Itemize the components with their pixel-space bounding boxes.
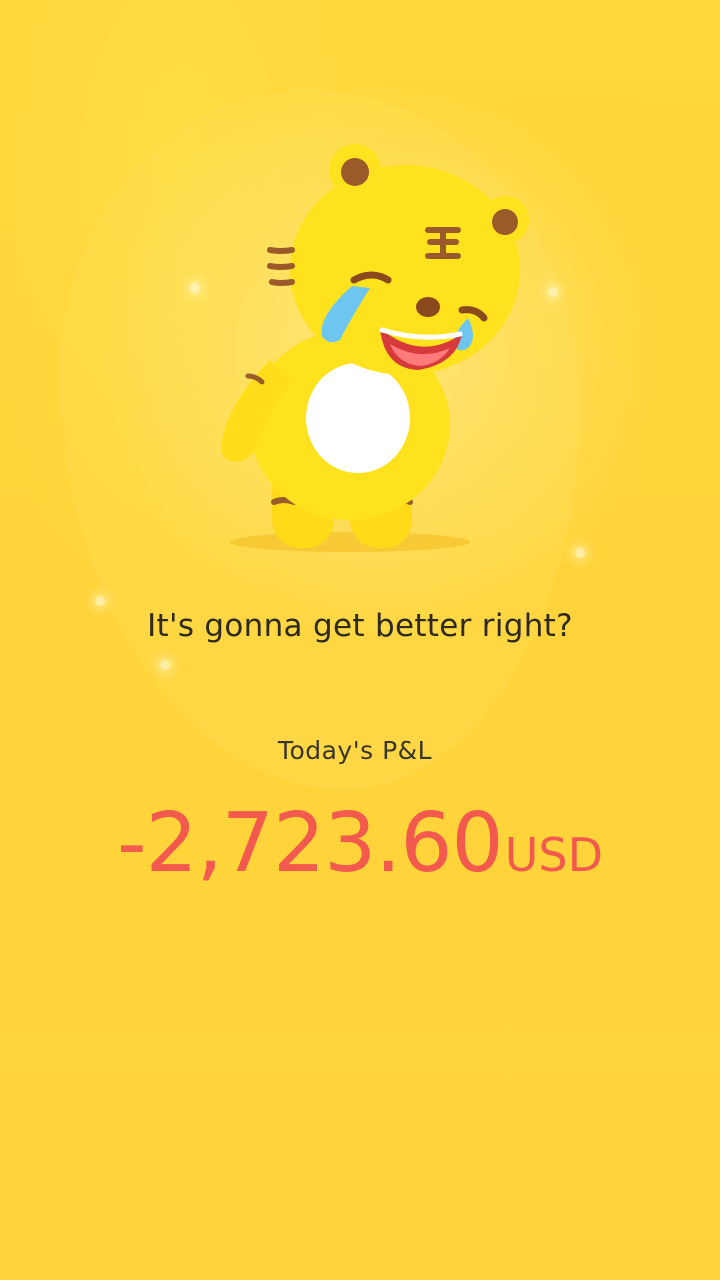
sparkle-decoration — [575, 548, 585, 558]
todays-pnl-value: -2,723.60USD — [0, 796, 720, 891]
todays-pnl-label: Today's P&L — [277, 736, 433, 765]
pnl-currency: USD — [504, 828, 604, 882]
pnl-amount: -2,723.60 — [116, 796, 504, 891]
sparkle-decoration — [160, 660, 170, 670]
sparkle-decoration — [95, 596, 105, 606]
sparkle-decoration — [190, 283, 200, 293]
encouragement-message: It's gonna get better right? — [147, 608, 573, 644]
sparkle-decoration — [548, 287, 558, 297]
crying-tiger-mascot-icon — [200, 130, 540, 570]
